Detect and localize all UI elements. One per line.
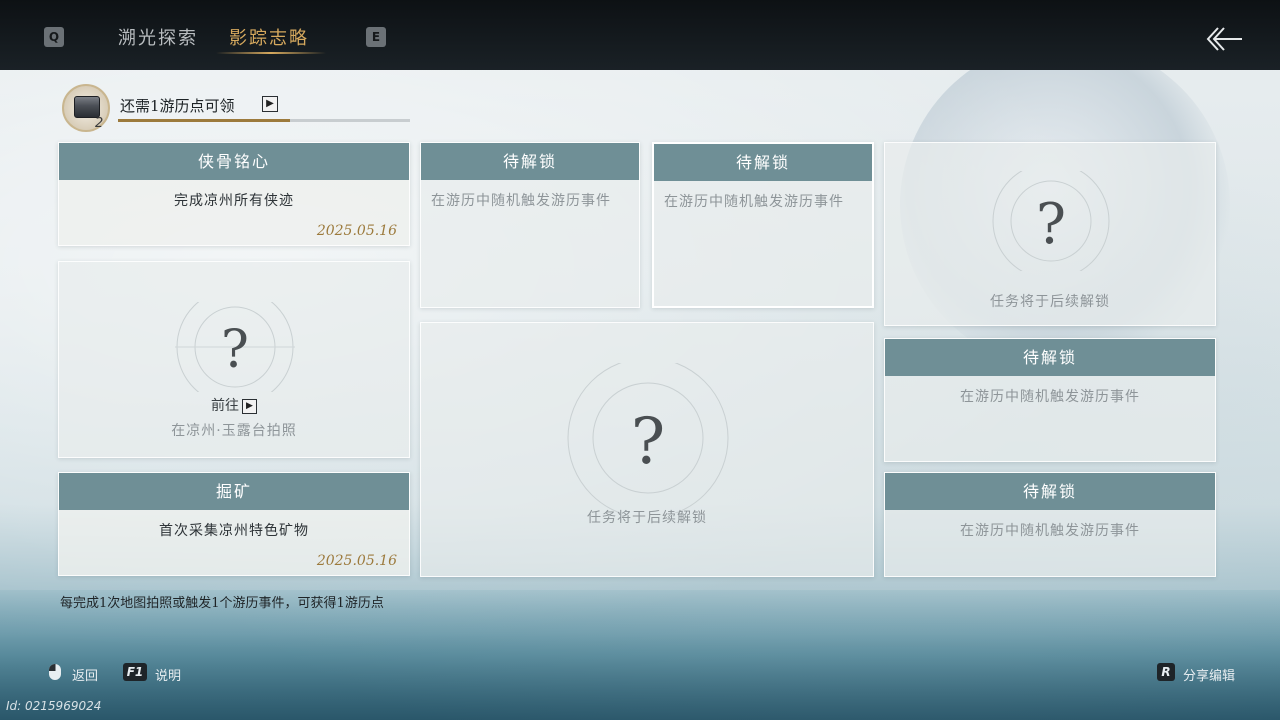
unknown-question-icon: ? [992, 171, 1110, 271]
next-tab-key[interactable]: E [366, 27, 386, 47]
progress-bar-fill [118, 119, 291, 122]
record-card-7[interactable]: ? 任务将于后续解锁 [420, 322, 874, 577]
chest-box [74, 96, 100, 118]
goto-label: 前往 [211, 398, 239, 414]
progress-text: 还需1游历点可领 [120, 97, 235, 115]
card-description: 完成凉州所有侠迹 [174, 193, 294, 209]
share-key[interactable]: R [1157, 663, 1175, 681]
svg-text:?: ? [631, 405, 665, 479]
card-description: 在游历中随机触发游历事件 [960, 523, 1140, 539]
card-description: 首次采集凉州特色矿物 [159, 523, 309, 539]
svg-text:?: ? [221, 320, 249, 380]
card-location-caption: 在凉州·玉露台拍照 [171, 423, 297, 439]
tab-light-exploration[interactable]: 溯光探索 [118, 24, 198, 50]
card-description: 在游历中随机触发游历事件 [960, 389, 1140, 405]
goto-link[interactable]: 前往 ▶ [59, 395, 409, 415]
record-card-2[interactable]: ? 前往 ▶ 在凉州·玉露台拍照 [58, 261, 410, 458]
tab-trail-records[interactable]: 影踪志略 [229, 24, 309, 50]
record-card-3[interactable]: 掘矿 首次采集凉州特色矿物 2025.05.16 [58, 472, 410, 576]
share-hint-label[interactable]: 分享编辑 [1183, 665, 1235, 684]
card-locked-caption: 任务将于后续解锁 [990, 294, 1110, 310]
help-hint-label[interactable]: 说明 [155, 665, 181, 684]
record-card-5[interactable]: 待解锁 在游历中随机触发游历事件 [652, 142, 874, 308]
record-card-8[interactable]: 待解锁 在游历中随机触发游历事件 [884, 338, 1216, 462]
progress-bar [118, 119, 410, 122]
card-date: 2025.05.16 [316, 553, 397, 569]
card-title: 待解锁 [654, 144, 872, 181]
card-title: 待解锁 [421, 143, 639, 180]
back-hint-label[interactable]: 返回 [72, 665, 98, 684]
footnote: 每完成1次地图拍照或触发1个游历事件，可获得1游历点 [60, 596, 384, 611]
record-card-4[interactable]: 待解锁 在游历中随机触发游历事件 [420, 142, 640, 308]
card-title: 侠骨铭心 [59, 143, 409, 180]
card-date: 2025.05.16 [316, 223, 397, 239]
prev-tab-key[interactable]: Q [44, 27, 64, 47]
mouse-icon [49, 664, 61, 680]
user-id: Id: 0215969024 [6, 699, 102, 713]
top-bar: Q 溯光探索 影踪志略 E [0, 0, 1280, 70]
card-title: 待解锁 [885, 473, 1215, 510]
record-card-1[interactable]: 侠骨铭心 完成凉州所有侠迹 2025.05.16 [58, 142, 410, 246]
card-description: 在游历中随机触发游历事件 [431, 193, 611, 209]
progress-detail-arrow-icon[interactable]: ▶ [262, 96, 278, 112]
help-key[interactable]: F1 [123, 663, 147, 681]
record-card-6[interactable]: ? 任务将于后续解锁 [884, 142, 1216, 326]
svg-text:?: ? [1036, 192, 1066, 257]
goto-arrow-icon: ▶ [242, 398, 257, 414]
back-arrow-icon[interactable] [1200, 22, 1246, 56]
card-description: 在游历中随机触发游历事件 [664, 194, 844, 210]
unknown-question-icon: ? [567, 363, 729, 513]
card-title: 待解锁 [885, 339, 1215, 376]
reward-count: 2 [95, 116, 104, 131]
card-locked-caption: 任务将于后续解锁 [587, 510, 707, 526]
unknown-question-icon: ? [175, 302, 295, 392]
card-title: 掘矿 [59, 473, 409, 510]
record-card-9[interactable]: 待解锁 在游历中随机触发游历事件 [884, 472, 1216, 577]
active-tab-indicator [216, 52, 326, 54]
